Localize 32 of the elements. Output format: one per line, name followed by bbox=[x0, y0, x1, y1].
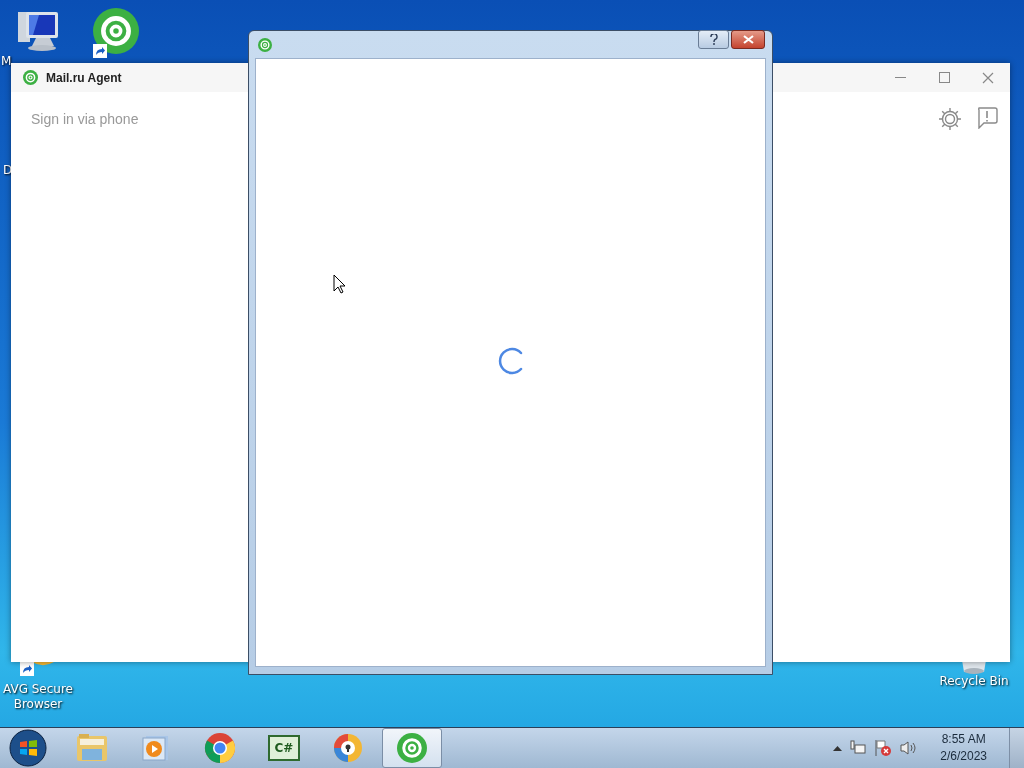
shortcut-arrow-icon bbox=[93, 44, 107, 58]
minimize-icon bbox=[894, 77, 906, 78]
agent-logo-icon bbox=[397, 733, 427, 763]
secure-browser-icon[interactable] bbox=[333, 733, 363, 763]
desktop-icon-label[interactable]: M bbox=[1, 54, 12, 69]
feedback-icon[interactable] bbox=[976, 107, 998, 129]
chrome-icon[interactable] bbox=[204, 732, 236, 764]
folder-icon[interactable] bbox=[76, 733, 108, 763]
flag-error-icon[interactable] bbox=[874, 739, 893, 757]
help-button[interactable] bbox=[698, 30, 729, 49]
maximize-icon bbox=[938, 72, 950, 83]
window-title: Mail.ru Agent bbox=[46, 70, 122, 85]
settings-icon[interactable] bbox=[938, 107, 962, 131]
media-player-icon[interactable] bbox=[142, 734, 170, 762]
csharp-app-icon[interactable]: C# bbox=[268, 735, 300, 761]
close-icon bbox=[742, 35, 754, 44]
agent-logo-icon bbox=[258, 37, 272, 52]
network-icon[interactable] bbox=[850, 740, 867, 756]
speaker-icon[interactable] bbox=[900, 740, 919, 756]
mouse-cursor-icon bbox=[333, 274, 346, 294]
clock-time[interactable]: 8:55 AM bbox=[941, 731, 986, 748]
taskbar-app[interactable] bbox=[382, 728, 442, 768]
show-desktop-button[interactable] bbox=[1009, 728, 1024, 768]
agent-logo-icon bbox=[93, 8, 139, 54]
agent-logo-icon bbox=[23, 70, 38, 85]
show-hidden-icons-icon[interactable] bbox=[833, 745, 843, 751]
taskbar-app[interactable]: C# bbox=[254, 728, 314, 768]
help-icon bbox=[709, 34, 718, 45]
clock-date[interactable]: 2/6/2023 bbox=[940, 748, 987, 765]
desktop-icon-label[interactable]: D bbox=[3, 163, 13, 177]
close-button[interactable] bbox=[731, 30, 765, 49]
close-icon bbox=[982, 71, 994, 84]
